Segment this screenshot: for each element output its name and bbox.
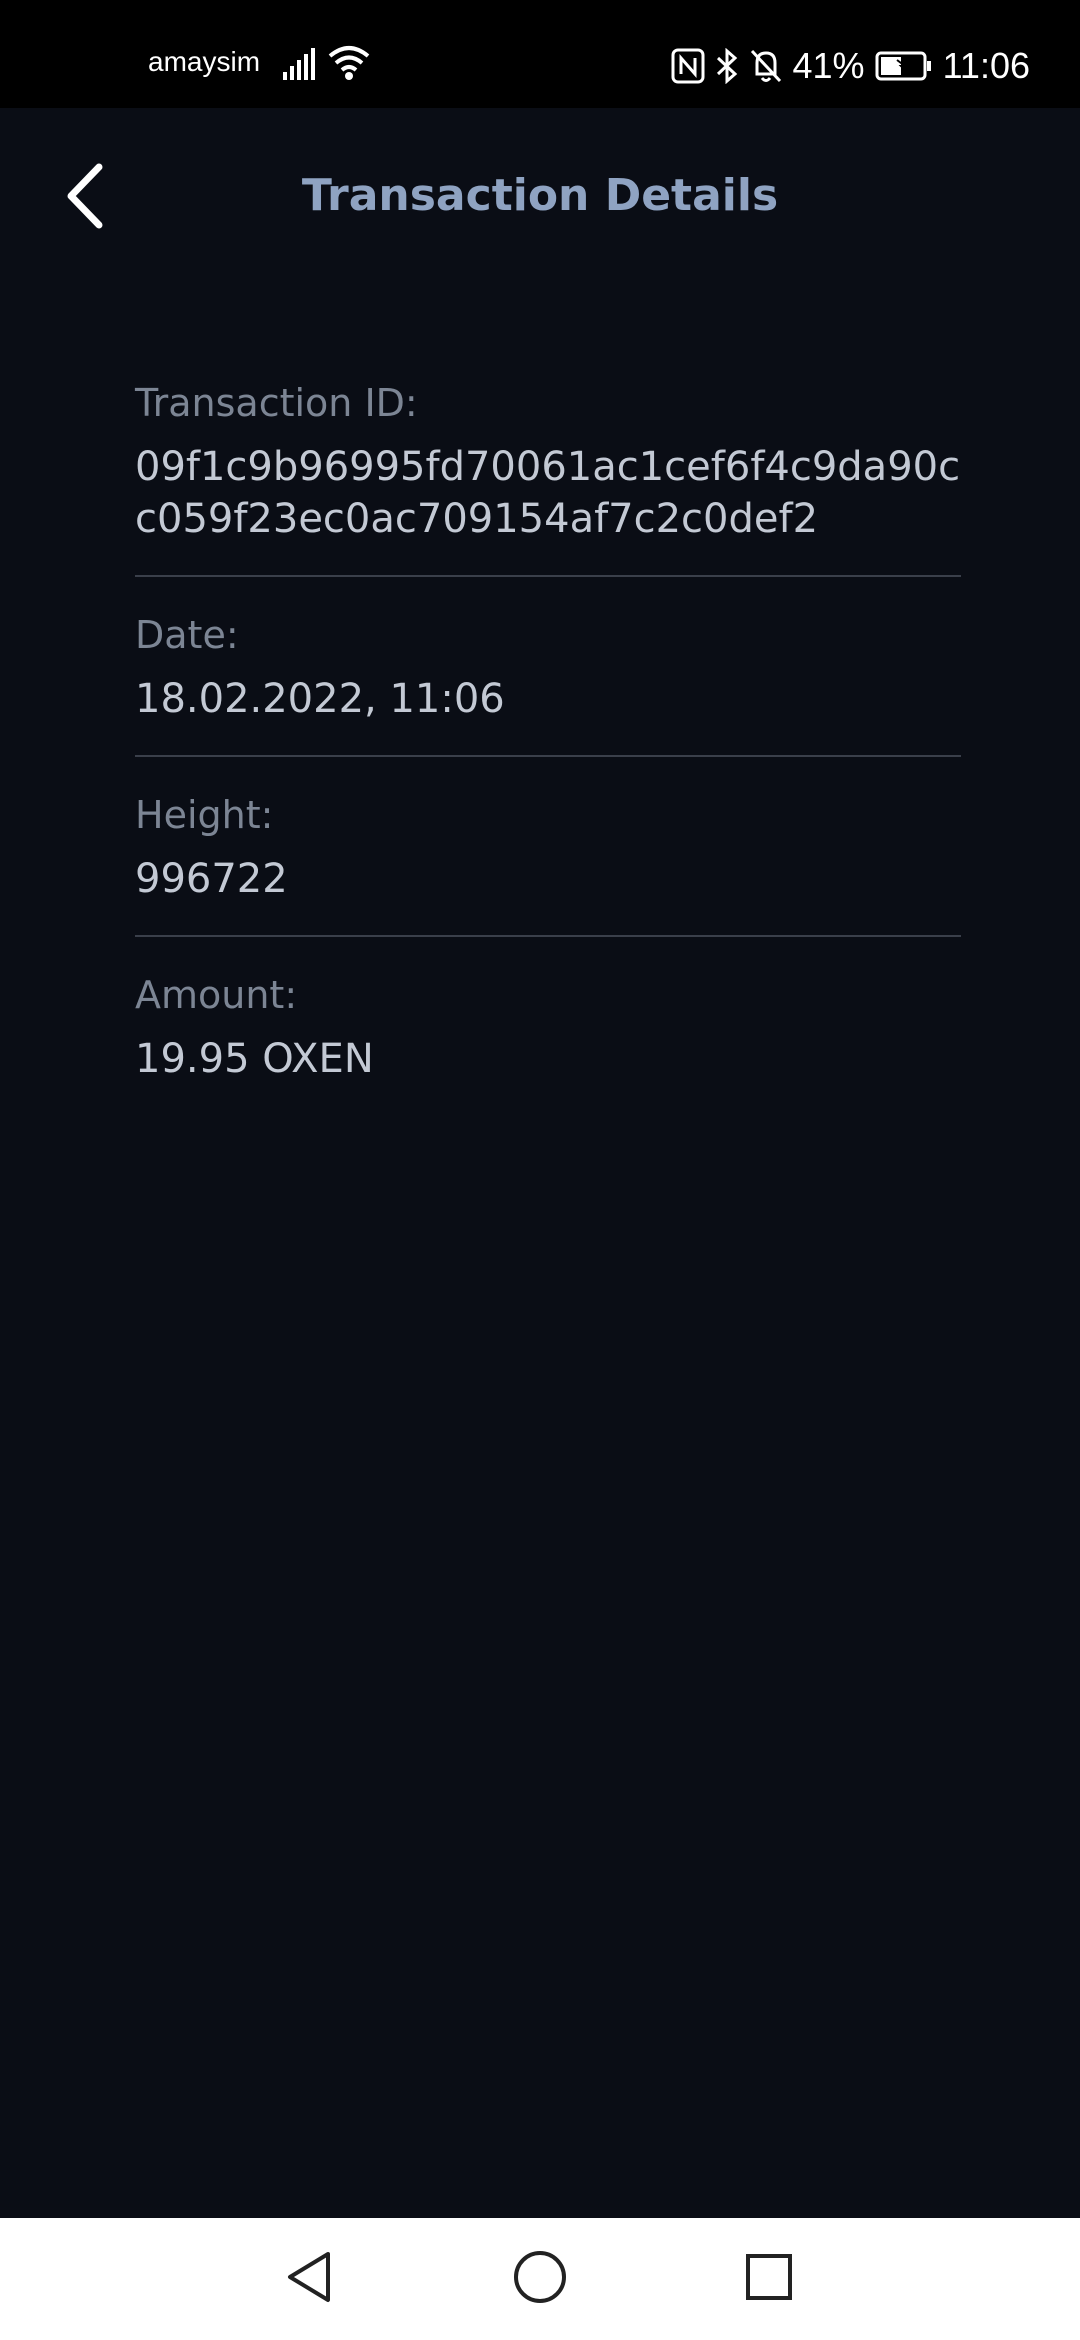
wifi-icon	[328, 44, 370, 87]
transaction-id-value: 09f1c9b96995fd70061ac1cef6f4c9da90cc059f…	[135, 444, 961, 542]
nfc-icon	[671, 48, 705, 84]
height-value: 996722	[135, 856, 288, 902]
page-title: Transaction Details	[301, 170, 779, 221]
status-bar: amaysim 41% 11:06	[0, 0, 1080, 108]
system-nav-bar	[0, 2218, 1080, 2340]
battery-icon	[875, 51, 933, 81]
transaction-id-label: Transaction ID:	[135, 381, 418, 425]
date-label: Date:	[135, 613, 239, 657]
height-label: Height:	[135, 793, 274, 837]
status-right: 41% 11:06	[671, 40, 1030, 92]
amount-label: Amount:	[135, 973, 298, 1017]
date-field: Date: 18.02.2022, 11:06	[135, 607, 961, 757]
bell-off-icon	[749, 48, 783, 84]
recents-square-icon	[744, 2252, 794, 2307]
home-circle-icon	[512, 2249, 568, 2310]
date-value: 18.02.2022, 11:06	[135, 676, 505, 722]
height-field: Height: 996722	[135, 787, 961, 937]
battery-percent: 41%	[792, 45, 865, 86]
app-header: Transaction Details	[0, 108, 1080, 288]
amount-value: 19.95 OXEN	[135, 1036, 374, 1082]
bluetooth-icon	[715, 48, 739, 84]
carrier-name: amaysim	[148, 46, 261, 77]
clock: 11:06	[942, 45, 1030, 86]
back-triangle-icon	[284, 2250, 334, 2309]
transaction-id-field: Transaction ID: 09f1c9b96995fd70061ac1ce…	[135, 375, 961, 577]
amount-field: Amount: 19.95 OXEN	[135, 967, 961, 1115]
nav-recents-button[interactable]	[734, 2244, 804, 2314]
signal-icon	[283, 48, 319, 85]
nav-home-button[interactable]	[505, 2244, 575, 2314]
transaction-details: Transaction ID: 09f1c9b96995fd70061ac1ce…	[135, 375, 961, 1145]
nav-back-button[interactable]	[274, 2244, 344, 2314]
